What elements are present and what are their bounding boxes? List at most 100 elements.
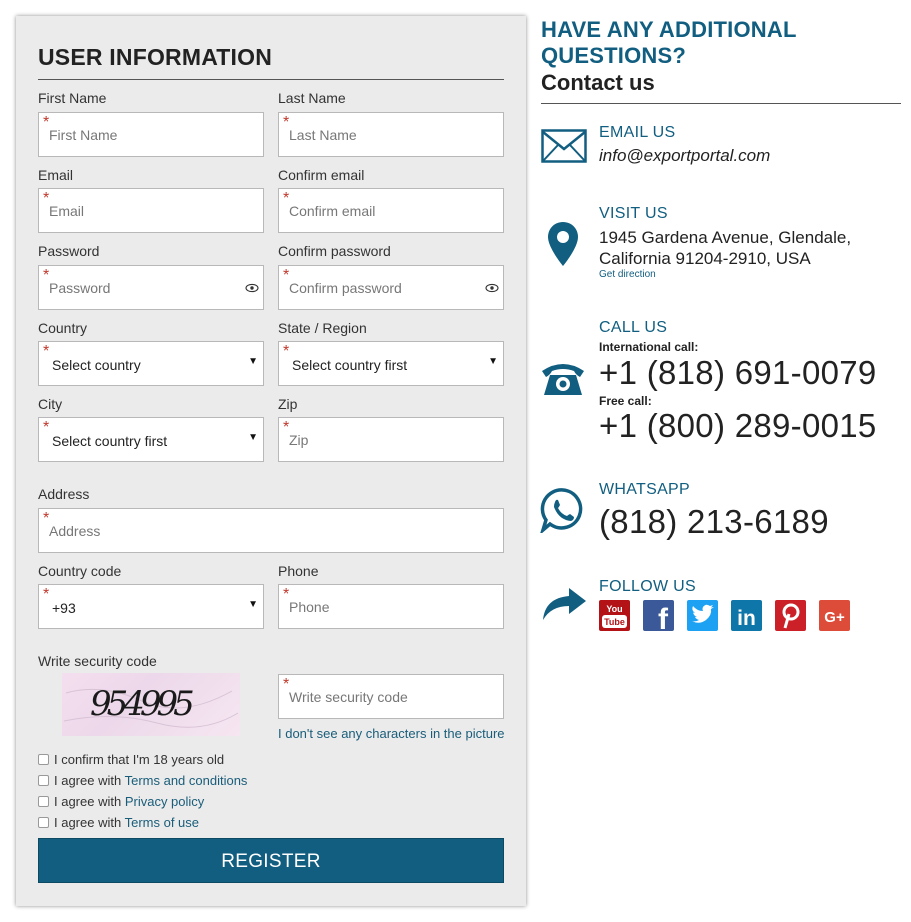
contact-address: 1945 Gardena Avenue, Glendale, Californi…: [599, 227, 889, 269]
country-code-select[interactable]: * +93 ▼: [38, 584, 264, 629]
last-name-label: Last Name: [278, 90, 346, 106]
email-input[interactable]: * Email: [38, 188, 264, 233]
registration-form-panel: USER INFORMATION First Name Last Name * …: [16, 16, 526, 906]
free-number[interactable]: +1 (800) 289-0015: [599, 407, 877, 445]
eye-icon[interactable]: [485, 281, 499, 295]
get-direction-link[interactable]: Get direction: [599, 269, 656, 280]
country-code-value: +93: [52, 600, 76, 616]
terms-checkbox[interactable]: [38, 775, 49, 786]
address-input[interactable]: * Address: [38, 508, 504, 553]
first-name-placeholder: First Name: [49, 127, 118, 143]
contact-heading: HAVE ANY ADDITIONAL QUESTIONS?: [541, 17, 797, 68]
password-input[interactable]: * Password: [38, 265, 264, 310]
svg-text:You: You: [606, 604, 622, 614]
contact-email[interactable]: info@exportportal.com: [599, 146, 770, 166]
pinterest-icon[interactable]: [775, 600, 806, 631]
zip-label: Zip: [278, 396, 298, 412]
password-placeholder: Password: [49, 280, 111, 296]
privacy-checkbox[interactable]: [38, 796, 49, 807]
terms-link[interactable]: Terms and conditions: [125, 773, 248, 788]
terms-of-use-checkbox[interactable]: [38, 817, 49, 828]
email-label: Email: [38, 167, 74, 183]
svg-text:in: in: [737, 607, 756, 630]
age-checkbox[interactable]: [38, 754, 49, 765]
country-code-label: Country code: [38, 563, 122, 579]
state-label: State / Region: [278, 320, 367, 336]
confirm-email-placeholder: Confirm email: [289, 203, 376, 219]
phone-placeholder: Phone: [289, 599, 330, 615]
terms-checkbox-label: I agree with Terms and conditions: [54, 773, 247, 788]
required-mark: *: [283, 343, 290, 360]
last-name-placeholder: Last Name: [289, 127, 357, 143]
address-line-1: 1945 Gardena Avenue, Glendale,: [599, 228, 852, 247]
caret-down-icon: ▼: [248, 356, 258, 367]
confirm-email-input[interactable]: * Confirm email: [278, 188, 504, 233]
confirm-email-label: Confirm email: [278, 167, 365, 183]
confirm-password-label: Confirm password: [278, 243, 391, 259]
zip-placeholder: Zip: [289, 432, 309, 448]
city-select[interactable]: * Select country first ▼: [38, 417, 264, 462]
captcha-help-link[interactable]: I don't see any characters in the pictur…: [278, 726, 505, 741]
googleplus-icon[interactable]: G+: [819, 600, 850, 631]
linkedin-icon[interactable]: in: [731, 600, 762, 631]
follow-us-heading: FOLLOW US: [599, 578, 696, 595]
age-checkbox-label: I confirm that I'm 18 years old: [54, 752, 225, 767]
visit-us-heading: VISIT US: [599, 205, 668, 222]
eye-icon[interactable]: [245, 281, 259, 295]
caret-down-icon: ▼: [248, 599, 258, 610]
youtube-icon[interactable]: You Tube: [599, 600, 630, 631]
svg-text:G+: G+: [824, 609, 845, 626]
privacy-link[interactable]: Privacy policy: [125, 794, 204, 809]
twitter-icon[interactable]: [687, 600, 718, 631]
title-divider: [38, 79, 504, 80]
required-mark: *: [43, 343, 50, 360]
contact-divider: [541, 103, 901, 104]
register-button[interactable]: REGISTER: [38, 838, 504, 883]
free-call-label: Free call:: [599, 394, 652, 408]
last-name-input[interactable]: * Last Name: [278, 112, 504, 157]
mail-icon: [541, 129, 587, 163]
first-name-label: First Name: [38, 90, 107, 106]
required-mark: *: [43, 586, 50, 603]
agree-prefix: I agree with: [54, 815, 122, 830]
map-pin-icon: [548, 222, 578, 266]
security-code-input[interactable]: * Write security code: [278, 674, 504, 719]
caret-down-icon: ▼: [488, 356, 498, 367]
contact-subheading: Contact us: [541, 70, 655, 95]
facebook-icon[interactable]: f: [643, 600, 674, 631]
agree-prefix: I agree with: [54, 794, 122, 809]
form-title: USER INFORMATION: [38, 44, 273, 70]
whatsapp-number[interactable]: (818) 213-6189: [599, 503, 829, 541]
zip-input[interactable]: * Zip: [278, 417, 504, 462]
svg-text:Tube: Tube: [604, 617, 625, 627]
email-us-heading: EMAIL US: [599, 124, 676, 141]
call-us-heading: CALL US: [599, 319, 668, 336]
confirm-password-placeholder: Confirm password: [289, 280, 402, 296]
terms-of-use-link[interactable]: Terms of use: [125, 815, 199, 830]
address-placeholder: Address: [49, 523, 101, 539]
share-arrow-icon: [543, 588, 586, 620]
required-mark: *: [43, 419, 50, 436]
privacy-checkbox-label: I agree with Privacy policy: [54, 794, 204, 809]
address-label: Address: [38, 486, 90, 502]
captcha-text: 954995: [90, 684, 193, 724]
city-label: City: [38, 396, 63, 412]
state-select[interactable]: * Select country first ▼: [278, 341, 504, 386]
international-number[interactable]: +1 (818) 691-0079: [599, 354, 877, 392]
whatsapp-heading: WHATSAPP: [599, 481, 691, 498]
security-code-label: Write security code: [38, 653, 157, 669]
city-select-value: Select country first: [52, 433, 168, 449]
confirm-password-input[interactable]: * Confirm password: [278, 265, 504, 310]
whatsapp-icon: [540, 488, 583, 533]
agree-prefix: I agree with: [54, 773, 122, 788]
terms-of-use-checkbox-label: I agree with Terms of use: [54, 815, 199, 830]
captcha-image: 954995: [62, 673, 240, 736]
country-select[interactable]: * Select country ▼: [38, 341, 264, 386]
password-label: Password: [38, 243, 100, 259]
international-call-label: International call:: [599, 340, 699, 354]
security-code-placeholder: Write security code: [289, 689, 408, 705]
phone-icon: [542, 364, 584, 395]
first-name-input[interactable]: * First Name: [38, 112, 264, 157]
phone-input[interactable]: * Phone: [278, 584, 504, 629]
caret-down-icon: ▼: [248, 432, 258, 443]
